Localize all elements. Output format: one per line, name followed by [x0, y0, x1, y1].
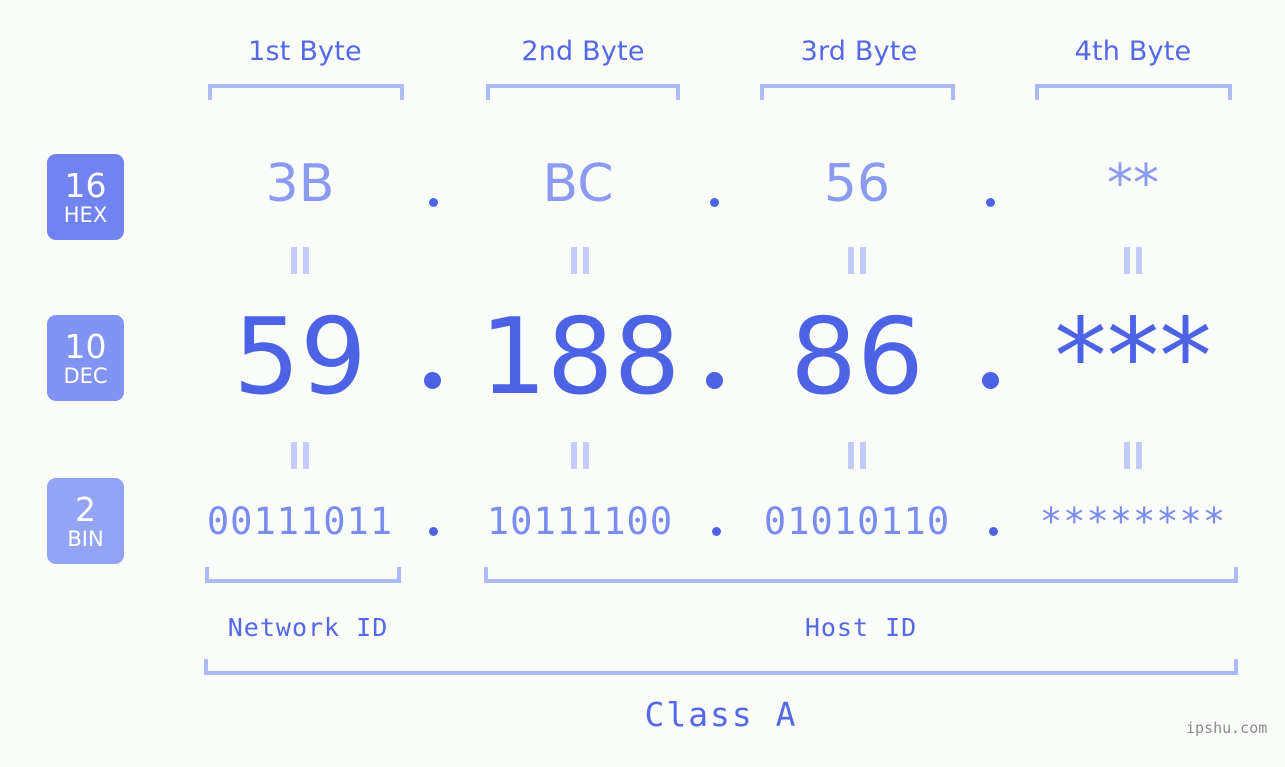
bin-separator-dot-1 [429, 527, 438, 536]
equality-mark-dec-bin-3 [848, 442, 867, 469]
byte-header-2: 2nd Byte [521, 36, 645, 67]
radix-badge-hex-number: 16 [64, 165, 107, 205]
hex-byte-3: 56 [823, 154, 891, 214]
byte-bracket-top-1 [208, 84, 404, 100]
hex-separator-dot-2 [710, 198, 719, 207]
network-id-label: Network ID [227, 613, 389, 642]
byte-bracket-top-3 [760, 84, 955, 100]
ip-address-breakdown-diagram: 1st Byte 2nd Byte 3rd Byte 4th Byte 16 H… [0, 0, 1285, 767]
bin-byte-4: ******** [1039, 500, 1227, 543]
dec-separator-dot-3 [982, 372, 999, 389]
dec-byte-4: *** [1054, 296, 1212, 418]
dec-byte-1: 59 [233, 296, 367, 418]
dec-separator-dot-1 [424, 372, 441, 389]
dec-byte-3: 86 [790, 296, 924, 418]
equality-mark-dec-bin-4 [1124, 442, 1143, 469]
byte-header-4: 4th Byte [1074, 36, 1192, 67]
radix-badge-bin: 2 BIN [47, 478, 124, 564]
bin-separator-dot-3 [989, 527, 998, 536]
network-id-bracket [205, 567, 401, 583]
byte-header-1: 1st Byte [248, 36, 362, 67]
bin-byte-3: 01010110 [763, 500, 951, 543]
host-id-bracket [484, 567, 1238, 583]
dec-separator-dot-2 [706, 372, 723, 389]
bin-separator-dot-2 [712, 527, 721, 536]
equality-mark-hex-dec-3 [848, 247, 867, 274]
host-id-label: Host ID [804, 613, 918, 642]
byte-bracket-top-2 [486, 84, 680, 100]
watermark: ipshu.com [1186, 719, 1268, 737]
radix-badge-dec-abbr: DEC [63, 363, 108, 388]
hex-byte-2: BC [542, 154, 614, 214]
equality-mark-hex-dec-2 [571, 247, 590, 274]
equality-mark-hex-dec-1 [291, 247, 310, 274]
radix-badge-bin-number: 2 [75, 489, 96, 529]
equality-mark-dec-bin-2 [571, 442, 590, 469]
byte-bracket-top-4 [1035, 84, 1232, 100]
hex-byte-4: ** [1107, 154, 1159, 214]
bin-byte-2: 10111100 [486, 500, 674, 543]
radix-badge-dec: 10 DEC [47, 315, 124, 401]
class-bracket [204, 659, 1238, 675]
radix-badge-bin-abbr: BIN [67, 526, 104, 551]
radix-badge-dec-number: 10 [64, 326, 107, 366]
hex-byte-1: 3B [265, 154, 335, 214]
byte-header-3: 3rd Byte [800, 36, 918, 67]
bin-byte-1: 00111011 [206, 500, 394, 543]
hex-separator-dot-1 [429, 198, 438, 207]
class-label: Class A [644, 695, 798, 734]
radix-badge-hex-abbr: HEX [63, 202, 108, 227]
radix-badge-hex: 16 HEX [47, 154, 124, 240]
hex-separator-dot-3 [986, 198, 995, 207]
dec-byte-2: 188 [480, 296, 681, 418]
equality-mark-hex-dec-4 [1124, 247, 1143, 274]
equality-mark-dec-bin-1 [291, 442, 310, 469]
